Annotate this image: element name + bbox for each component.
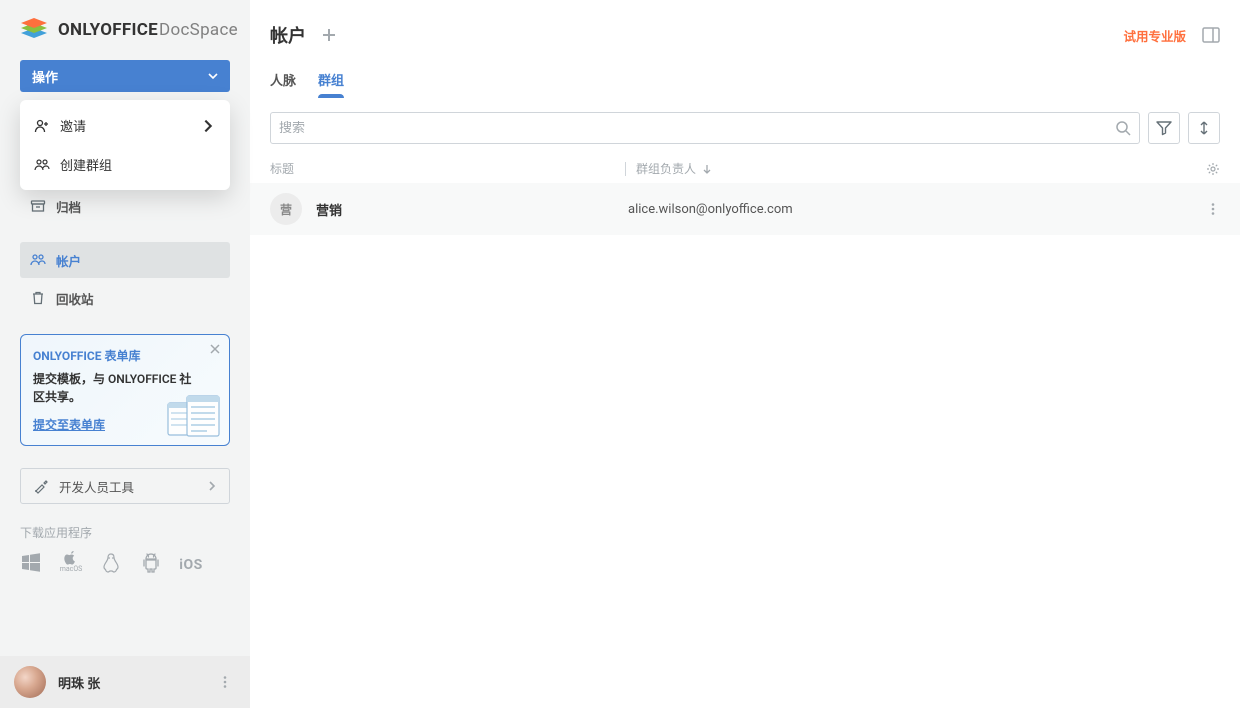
filter-button[interactable] (1148, 112, 1180, 144)
sort-button[interactable] (1188, 112, 1220, 144)
macos-icon[interactable]: macOS (60, 551, 82, 573)
add-button[interactable] (320, 26, 338, 44)
table-header: 标题 群组负责人 (250, 154, 1240, 183)
actions-button[interactable]: 操作 (20, 60, 230, 92)
logo-icon (20, 18, 48, 42)
user-avatar[interactable] (14, 666, 46, 698)
panel-icon (1202, 27, 1220, 43)
chevron-down-icon (208, 71, 218, 81)
archive-icon (30, 198, 46, 214)
nav: 归档 帐户 回收站 (0, 188, 250, 318)
dropdown-create-group[interactable]: 创建群组 (20, 145, 230, 184)
close-icon (209, 343, 221, 355)
search-row (250, 98, 1240, 154)
dropdown-invite[interactable]: 邀请 (20, 106, 230, 145)
trash-icon (30, 290, 46, 306)
promo-link[interactable]: 提交至表单库 (33, 416, 105, 433)
linux-icon[interactable] (100, 551, 122, 573)
windows-icon[interactable] (20, 551, 42, 573)
promo-illustration (167, 395, 221, 439)
search-box[interactable] (270, 112, 1140, 144)
group-icon (34, 157, 50, 173)
tab-groups[interactable]: 群组 (318, 64, 344, 97)
logo[interactable]: ONLYOFFICEDocSpace (0, 0, 250, 60)
invite-icon (34, 118, 50, 134)
col-title[interactable]: 标题 (270, 160, 625, 177)
filter-icon (1156, 120, 1172, 136)
table-row[interactable]: 营 营销 alice.wilson@onlyoffice.com (250, 183, 1240, 235)
col-manager[interactable]: 群组负责人 (636, 160, 1206, 177)
col-divider (625, 162, 626, 176)
nav-trash[interactable]: 回收站 (20, 280, 230, 316)
main: 帐户 试用专业版 人脉 群组 标题 群组负责人 (250, 0, 1240, 708)
search-input[interactable] (279, 121, 1115, 136)
download-label: 下载应用程序 (20, 524, 230, 541)
android-icon[interactable] (140, 551, 162, 573)
tools-icon (33, 478, 49, 494)
user-menu-button[interactable] (214, 671, 236, 693)
promo-title: ONLYOFFICE 表单库 (33, 347, 193, 364)
kebab-icon (218, 675, 232, 689)
actions-dropdown: 邀请 创建群组 (20, 100, 230, 190)
kebab-icon (1206, 202, 1220, 216)
sidebar-footer: 明珠 张 (0, 656, 250, 708)
trial-link[interactable]: 试用专业版 (1123, 26, 1186, 45)
ios-icon[interactable]: iOS (180, 551, 202, 573)
chevron-right-icon (200, 118, 216, 134)
dev-tools-button[interactable]: 开发人员工具 (20, 468, 230, 504)
nav-accounts[interactable]: 帐户 (20, 242, 230, 278)
sort-down-icon (702, 164, 712, 174)
page-title: 帐户 (270, 22, 306, 48)
gear-icon (1206, 162, 1220, 176)
row-avatar: 营 (270, 193, 302, 225)
row-title: 营销 (316, 200, 628, 219)
plus-icon (320, 26, 338, 44)
user-name: 明珠 张 (58, 673, 100, 692)
logo-text: ONLYOFFICEDocSpace (58, 20, 238, 40)
download-icons: macOS iOS (20, 551, 230, 573)
table-settings[interactable] (1206, 162, 1220, 176)
panel-toggle[interactable] (1202, 27, 1220, 43)
sidebar: ONLYOFFICEDocSpace 操作 邀请 创建群组 归档 帐户 (0, 0, 250, 708)
promo-close[interactable] (209, 343, 221, 355)
sort-icon (1197, 120, 1211, 136)
promo-card: ONLYOFFICE 表单库 提交模板，与 ONLYOFFICE 社区共享。 提… (20, 334, 230, 446)
row-manager: alice.wilson@onlyoffice.com (628, 202, 1206, 217)
row-menu[interactable] (1206, 202, 1220, 216)
tabs: 人脉 群组 (250, 60, 1240, 98)
nav-archive[interactable]: 归档 (20, 188, 230, 224)
search-icon (1115, 120, 1131, 136)
tab-people[interactable]: 人脉 (270, 64, 296, 97)
main-header: 帐户 试用专业版 (250, 0, 1240, 60)
accounts-icon (30, 252, 46, 268)
chevron-right-icon (207, 481, 217, 491)
